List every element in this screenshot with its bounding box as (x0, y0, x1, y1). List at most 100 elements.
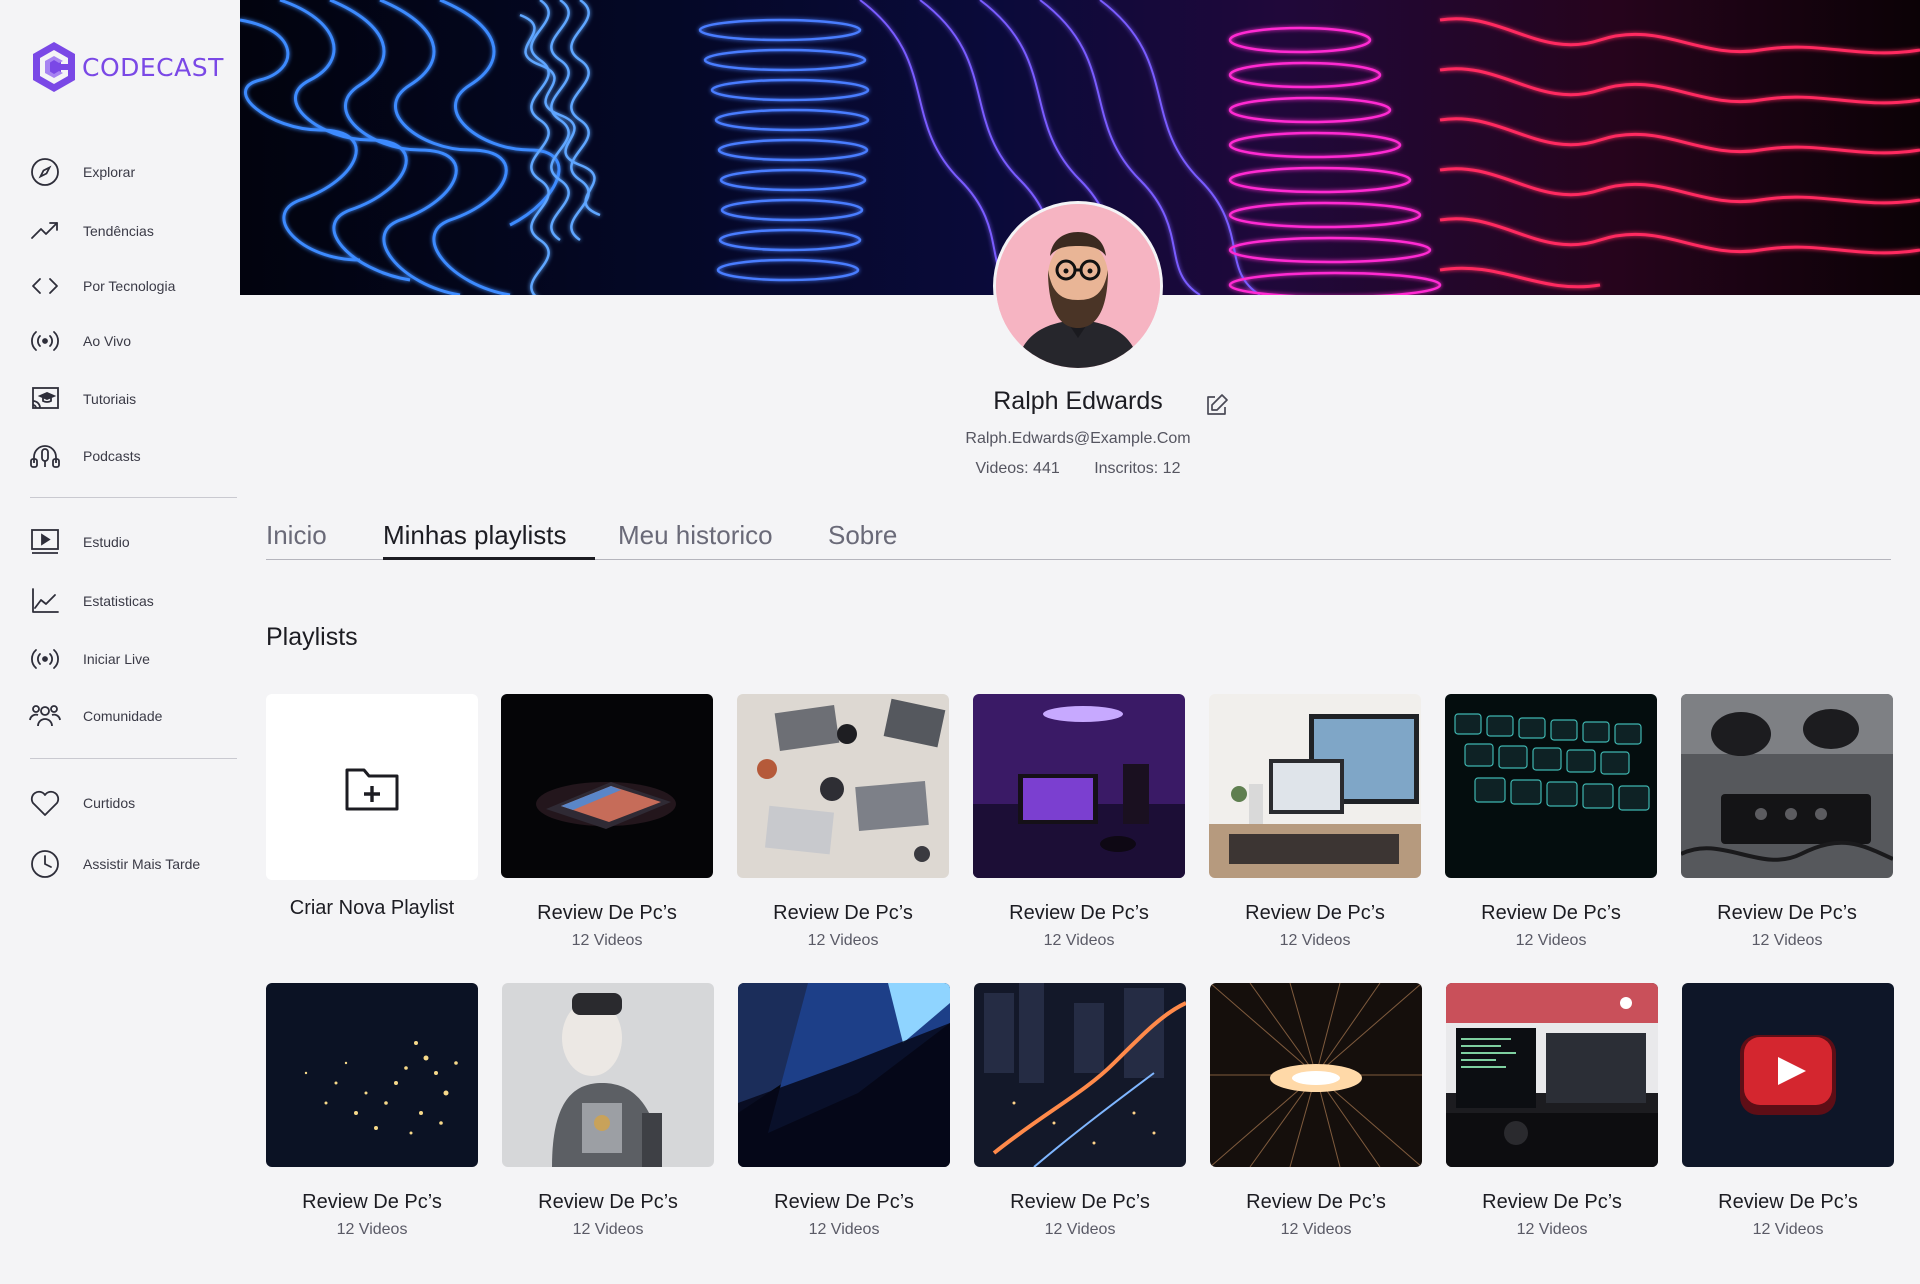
trending-icon (28, 214, 62, 248)
tab-inicio[interactable]: Inicio (266, 520, 327, 551)
sidebar-item-por-tecnologia[interactable]: Por Tecnologia (28, 266, 228, 306)
playlist-count: 12 Videos (1044, 1221, 1116, 1238)
sidebar-item-estatisticas[interactable]: Estatisticas (28, 581, 228, 621)
playlist-card[interactable]: Review De Pc’s 12 Videos (266, 983, 478, 1243)
sidebar-item-label: Estatisticas (83, 593, 154, 609)
playlist-count: 12 Videos (1043, 932, 1115, 949)
playlist-count: 12 Videos (808, 1221, 880, 1238)
sidebar-item-podcasts[interactable]: Podcasts (28, 436, 228, 476)
playlist-card[interactable]: Review De Pc’s 12 Videos (502, 983, 714, 1243)
edit-icon (1207, 394, 1228, 415)
playlist-thumbnail (1445, 694, 1657, 878)
create-playlist-card[interactable]: Criar Nova Playlist (266, 694, 478, 954)
clock-icon (28, 847, 62, 881)
playlist-thumbnail (974, 983, 1186, 1167)
sidebar-item-label: Curtidos (83, 795, 136, 811)
video-icon (28, 525, 62, 559)
playlist-count: 12 Videos (571, 932, 643, 949)
playlist-card[interactable]: Review De Pc’s 12 Videos (501, 694, 713, 954)
sidebar-item-label: Tendências (83, 223, 154, 239)
playlist-title: Review De Pc’s (538, 1191, 678, 1213)
playlist-card[interactable]: Review De Pc’s 12 Videos (737, 694, 949, 954)
playlist-card[interactable]: Review De Pc’s 12 Videos (1210, 983, 1422, 1243)
playlist-title: Review De Pc’s (1481, 902, 1621, 924)
sidebar-item-curtidos[interactable]: Curtidos (28, 783, 228, 823)
profile-stats: Videos: 441 Inscritos: 12 (900, 460, 1256, 478)
sidebar-item-assistir-mais-tarde[interactable]: Assistir Mais Tarde (28, 844, 228, 884)
sidebar-item-label: Podcasts (83, 448, 141, 464)
sidebar-item-label: Comunidade (83, 708, 163, 724)
playlist-thumbnail (266, 983, 478, 1167)
playlist-count: 12 Videos (336, 1221, 408, 1238)
sidebar-divider (30, 758, 237, 759)
chart-line-icon (28, 584, 62, 618)
playlist-title: Review De Pc’s (1245, 902, 1385, 924)
community-icon (28, 699, 62, 733)
sidebar-divider (30, 497, 237, 498)
playlist-count: 12 Videos (1752, 1221, 1824, 1238)
playlist-count: 12 Videos (1515, 932, 1587, 949)
tab-minhas-playlists[interactable]: Minhas playlists (383, 520, 567, 551)
playlist-count: 12 Videos (1280, 1221, 1352, 1238)
tab-meu-historico[interactable]: Meu historico (618, 520, 773, 551)
codecast-logo[interactable]: CODECAST (30, 40, 224, 94)
playlist-thumbnail (738, 983, 950, 1167)
playlist-thumbnail (973, 694, 1185, 878)
playlist-card[interactable]: Review De Pc’s 12 Videos (1681, 694, 1893, 954)
sidebar-item-estudio[interactable]: Estudio (28, 522, 228, 562)
active-tab-indicator (383, 557, 595, 560)
code-icon (28, 269, 62, 303)
sidebar-item-iniciar-live[interactable]: Iniciar Live (28, 639, 228, 679)
sidebar-item-ao-vivo[interactable]: Ao Vivo (28, 321, 228, 361)
playlist-thumbnail (1210, 983, 1422, 1167)
profile-email: Ralph.Edwards@Example.Com (965, 430, 1191, 447)
profile-photo (996, 204, 1160, 368)
playlist-title: Review De Pc’s (1718, 1191, 1858, 1213)
codecast-logo-icon (33, 42, 75, 92)
playlist-card[interactable]: Review De Pc’s 12 Videos (738, 983, 950, 1243)
playlist-title: Review De Pc’s (1009, 902, 1149, 924)
playlist-count: 12 Videos (572, 1221, 644, 1238)
playlist-card[interactable]: Review De Pc’s 12 Videos (1682, 983, 1894, 1243)
sidebar-item-label: Assistir Mais Tarde (83, 856, 201, 872)
playlist-thumbnail (737, 694, 949, 878)
sidebar-item-explorar[interactable]: Explorar (28, 152, 228, 192)
sidebar-item-label: Explorar (83, 164, 136, 180)
playlist-count: 12 Videos (807, 932, 879, 949)
brand-name: CODECAST (82, 52, 224, 82)
subscriber-count: Inscritos: 12 (1094, 460, 1181, 477)
playlist-card[interactable]: Review De Pc’s 12 Videos (974, 983, 1186, 1243)
playlist-title: Review De Pc’s (773, 902, 913, 924)
avatar[interactable] (993, 201, 1163, 371)
edit-profile-button[interactable] (1205, 393, 1229, 417)
tab-sobre[interactable]: Sobre (828, 520, 897, 551)
heart-icon (28, 786, 62, 820)
broadcast-icon (28, 642, 62, 676)
sidebar-item-label: Iniciar Live (83, 651, 150, 667)
playlist-thumbnail (1681, 694, 1893, 878)
sidebar: CODECAST Explorar Tendências Por Tecnolo… (0, 0, 240, 1284)
playlist-title: Review De Pc’s (1246, 1191, 1386, 1213)
playlist-card[interactable]: Review De Pc’s 12 Videos (973, 694, 1185, 954)
playlist-count: 12 Videos (1516, 1221, 1588, 1238)
playlist-thumbnail (1446, 983, 1658, 1167)
playlist-title: Review De Pc’s (774, 1191, 914, 1213)
playlist-card[interactable]: Review De Pc’s 12 Videos (1209, 694, 1421, 954)
section-title: Playlists (266, 623, 358, 651)
sidebar-item-label: Estudio (83, 534, 130, 550)
sidebar-item-label: Ao Vivo (83, 333, 131, 349)
playlist-thumbnail (1209, 694, 1421, 878)
sidebar-item-tutoriais[interactable]: Tutoriais (28, 379, 228, 419)
create-playlist-label: Criar Nova Playlist (289, 897, 455, 919)
playlist-card[interactable]: Review De Pc’s 12 Videos (1445, 694, 1657, 954)
create-playlist-tile (266, 694, 478, 880)
profile-name: Ralph Edwards (993, 387, 1163, 415)
cast-education-icon (28, 382, 62, 416)
playlist-card[interactable]: Review De Pc’s 12 Videos (1446, 983, 1658, 1243)
playlist-title: Review De Pc’s (1010, 1191, 1150, 1213)
playlist-count: 12 Videos (1751, 932, 1823, 949)
playlist-count: 12 Videos (1279, 932, 1351, 949)
video-count: Videos: 441 (975, 460, 1060, 477)
sidebar-item-tendencias[interactable]: Tendências (28, 211, 228, 251)
sidebar-item-comunidade[interactable]: Comunidade (28, 696, 228, 736)
